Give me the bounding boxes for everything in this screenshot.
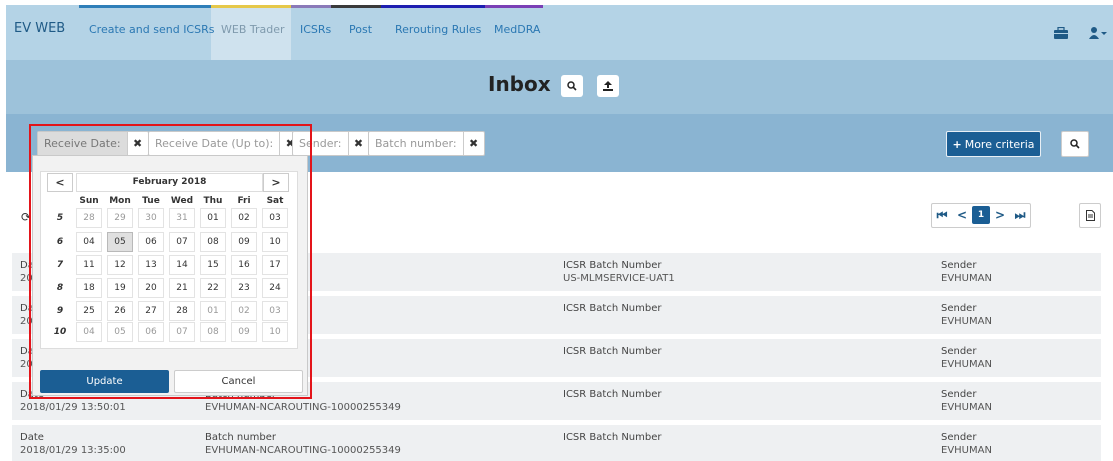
user-icon[interactable] [1089,27,1107,43]
cell-label: ICSR Batch Number [563,260,662,271]
cell-label: Sender [941,346,977,357]
nav-accent-stripe [381,5,485,8]
nav-item-web-trader[interactable]: WEB Trader [221,23,285,36]
cell-sender: Sender EVHUMAN [941,302,992,328]
cell-icsr-batch-number: ICSR Batch Number [563,345,662,358]
nav-accent-stripe [291,5,331,8]
upload-button[interactable] [597,75,619,97]
search-button[interactable] [561,75,583,97]
cell-label: Date [20,432,44,443]
current-page[interactable]: 1 [972,206,990,224]
cell-date: Date 2018/01/29 13:35:00 [20,431,126,457]
cell-batch-number: Batch number EVHUMAN-NCAROUTING-100002553… [205,431,401,457]
more-criteria-button[interactable]: + More criteria [946,131,1041,157]
cell-label: Sender [941,260,977,271]
cell-value: 2018/01/29 13:35:00 [20,445,126,456]
briefcase-icon[interactable] [1054,26,1068,43]
nav-item-create-send[interactable]: Create and send ICSRs [89,23,214,36]
cell-sender: Sender EVHUMAN [941,431,992,457]
last-page-button[interactable]: ⏭ [1010,204,1030,227]
cell-value: EVHUMAN [941,402,992,413]
page-title: Inbox [488,72,551,96]
plus-icon: + [952,137,962,151]
nav-accent-stripe [331,5,381,8]
cell-label: Sender [941,303,977,314]
filter-label[interactable]: Batch number: [369,132,464,155]
cell-value: EVHUMAN [941,316,992,327]
document-icon [1085,210,1095,221]
cell-value: 2018/01/29 13:50:01 [20,402,126,413]
highlight-frame [29,124,312,399]
brand-logo[interactable]: EV WEB [14,21,65,36]
upload-icon [603,81,613,91]
cell-sender: Sender EVHUMAN [941,388,992,414]
first-page-button[interactable]: ⏮ [932,204,952,227]
cell-value: EVHUMAN [941,273,992,284]
cell-label: ICSR Batch Number [563,346,662,357]
cell-sender: Sender EVHUMAN [941,259,992,285]
cell-label: Batch number [205,432,276,443]
close-icon[interactable]: ✖ [464,137,484,150]
more-criteria-label: More criteria [964,137,1035,151]
title-band [6,60,1113,114]
filter-search-button[interactable] [1061,131,1089,157]
nav-item-rerouting-rules[interactable]: Rerouting Rules [395,23,481,36]
pagination: ⏮ < 1 > ⏭ [931,203,1031,228]
next-page-button[interactable]: > [990,204,1010,227]
nav-accent-stripe [485,5,543,8]
cell-label: ICSR Batch Number [563,432,662,443]
cell-value: EVHUMAN-NCAROUTING-10000255349 [205,402,401,413]
table-row[interactable]: Date 2018/01/29 13:35:00 Batch number EVHUM… [12,425,1101,461]
nav-item-meddra[interactable]: MedDRA [494,23,540,36]
search-icon [567,81,577,91]
filter-batch-number[interactable]: Batch number: ✖ [368,131,485,156]
cell-label: ICSR Batch Number [563,303,662,314]
cell-label: Sender [941,389,977,400]
cell-label: Sender [941,432,977,443]
export-button[interactable] [1079,203,1101,228]
cell-value: EVHUMAN [941,359,992,370]
nav-accent-stripe [79,5,211,8]
cell-value: US-MLMSERVICE-UAT1 [563,273,675,284]
nav-item-post[interactable]: Post [349,23,372,36]
close-icon[interactable]: ✖ [349,137,369,150]
cell-sender: Sender EVHUMAN [941,345,992,371]
cell-value: EVHUMAN [941,445,992,456]
prev-page-button[interactable]: < [952,204,972,227]
search-icon [1070,139,1080,149]
cell-icsr-batch-number: ICSR Batch Number US-MLMSERVICE-UAT1 [563,259,675,285]
cell-icsr-batch-number: ICSR Batch Number [563,388,662,401]
cell-value: EVHUMAN-NCAROUTING-10000255349 [205,445,401,456]
cell-icsr-batch-number: ICSR Batch Number [563,302,662,315]
cell-label: ICSR Batch Number [563,389,662,400]
cell-icsr-batch-number: ICSR Batch Number [563,431,662,444]
nav-item-icsrs[interactable]: ICSRs [300,23,331,36]
